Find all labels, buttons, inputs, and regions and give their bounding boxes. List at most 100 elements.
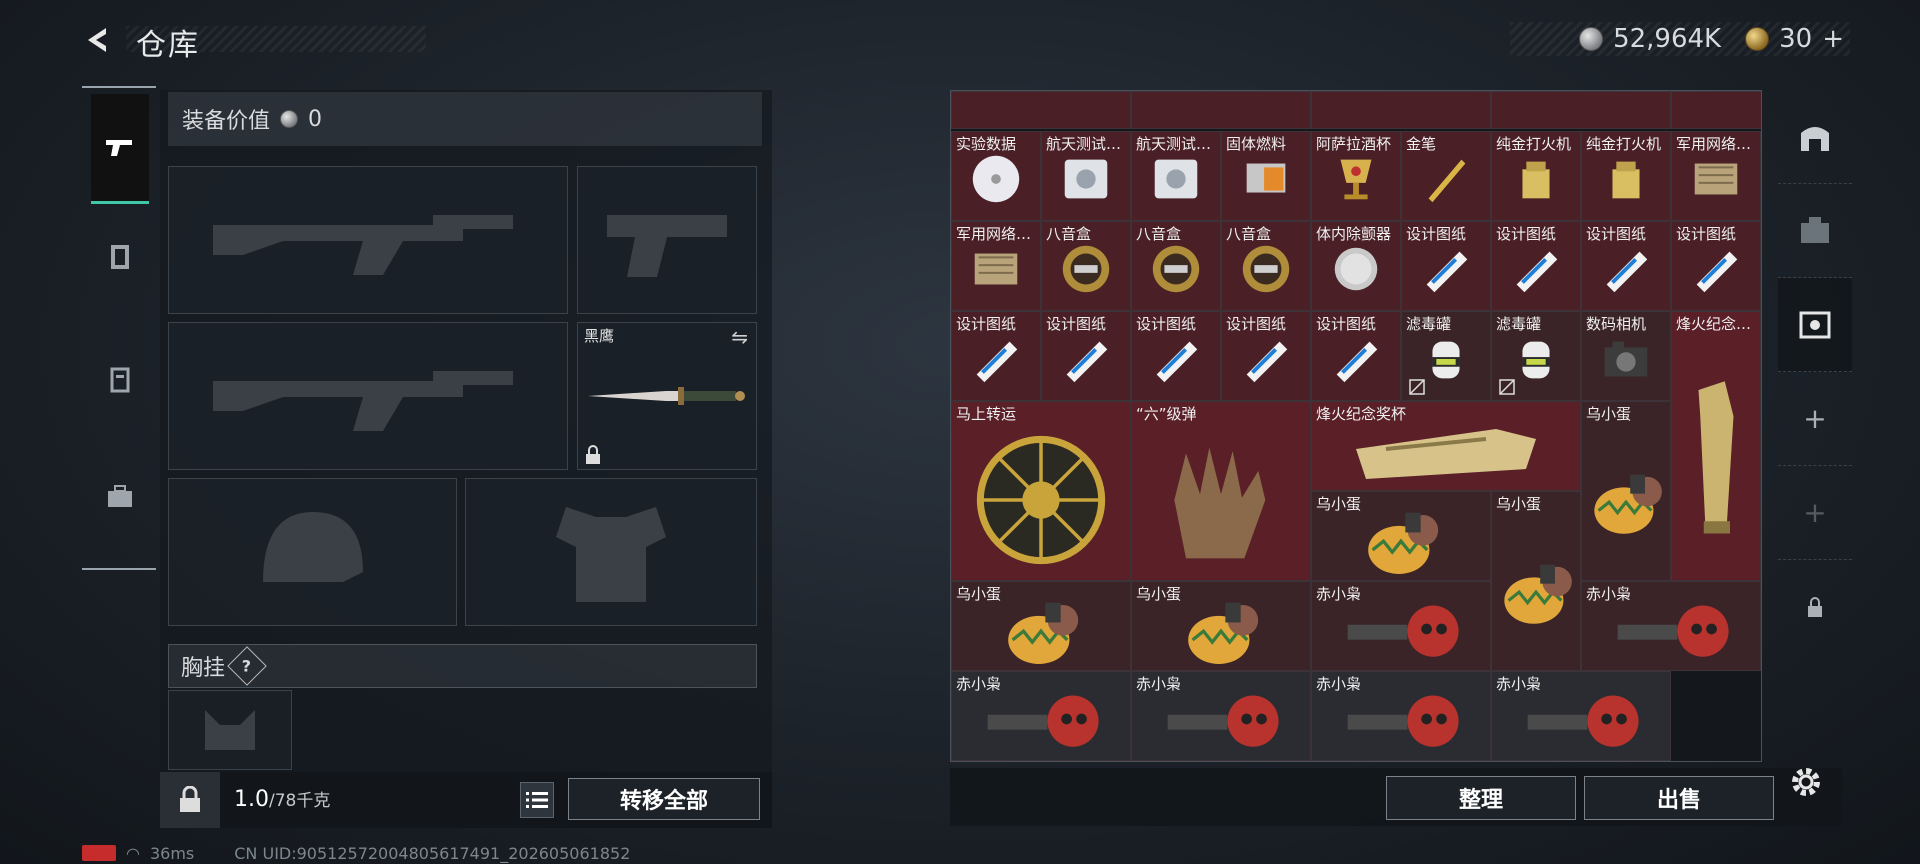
lighter-icon: [1522, 161, 1550, 199]
storage-item[interactable]: 设计图纸: [1581, 221, 1671, 311]
storage-item[interactable]: 设计图纸: [1221, 311, 1311, 401]
storage-item[interactable]: “六”级弹: [1131, 401, 1311, 581]
storage-item[interactable]: 航天测试…: [1041, 131, 1131, 221]
storage-item[interactable]: 八音盒: [1041, 221, 1131, 311]
pen-icon: [1428, 159, 1466, 203]
storage-item[interactable]: 赤小枭: [951, 671, 1131, 761]
status-bar: ◠ 36ms CN UID:9051257200480561749​1_2026…: [82, 842, 630, 864]
storage-item[interactable]: 军用网络…: [1671, 131, 1761, 221]
storage-item[interactable]: 赤小枭: [1131, 671, 1311, 761]
helmet-slot[interactable]: [168, 478, 457, 626]
drive-icon: [1154, 159, 1198, 199]
egg-bird-icon: [1504, 564, 1572, 624]
storage-item[interactable]: 赤小枭: [1581, 581, 1761, 671]
musicbox-icon: [1152, 246, 1200, 293]
blueprint-icon: [1696, 251, 1738, 293]
help-button[interactable]: ?: [227, 646, 267, 686]
storage-item[interactable]: 烽火纪念奖杯: [1311, 401, 1581, 491]
storage-item[interactable]: 八音盒: [1131, 221, 1221, 311]
storage-item-partial[interactable]: [1491, 91, 1671, 129]
storage-item[interactable]: 纯金打火机: [1581, 131, 1671, 221]
item-name: 烽火纪念…: [1676, 315, 1752, 333]
blueprint-icon: [976, 341, 1018, 383]
storage-item[interactable]: 赤小枭: [1491, 671, 1671, 761]
storage-item[interactable]: 设计图纸: [1671, 221, 1761, 311]
storage-item[interactable]: 乌小蛋: [1131, 581, 1311, 671]
item-name: 乌小蛋: [1496, 495, 1542, 513]
add-storage-button[interactable]: +: [1778, 372, 1852, 466]
chest-rig-slot[interactable]: [168, 690, 292, 770]
add-gold-button[interactable]: +: [1822, 24, 1844, 54]
primary-weapon-slot[interactable]: [168, 166, 568, 314]
storage-item[interactable]: 烽火纪念…: [1671, 311, 1761, 581]
storage-item-partial[interactable]: [1311, 91, 1491, 129]
sort-button[interactable]: 整理: [1386, 776, 1576, 820]
storage-item[interactable]: 赤小枭: [1311, 671, 1491, 761]
storage-item-partial[interactable]: [1671, 91, 1761, 129]
storage-item[interactable]: 军用网络…: [951, 221, 1041, 311]
owl-icon: [1347, 605, 1459, 657]
blueprint-icon: [1246, 341, 1288, 383]
owl-icon: [987, 695, 1099, 747]
storage-item[interactable]: 设计图纸: [1491, 221, 1581, 311]
sell-button[interactable]: 出售: [1584, 776, 1774, 820]
egg-bird-icon: [1188, 603, 1259, 665]
camera-icon: [1604, 341, 1648, 377]
lock-icon: [586, 445, 600, 464]
storage-item[interactable]: 滤毒罐: [1401, 311, 1491, 401]
plus-icon: +: [1803, 496, 1827, 529]
transfer-all-button[interactable]: 转移全部: [568, 778, 760, 820]
storage-item[interactable]: 八音盒: [1221, 221, 1311, 311]
tab-armor[interactable]: [91, 228, 149, 286]
storage-item[interactable]: 纯金打火机: [1491, 131, 1581, 221]
storage-item-partial[interactable]: [951, 91, 1131, 129]
storage-item[interactable]: 阿萨拉酒杯: [1311, 131, 1401, 221]
storage-item[interactable]: 乌小蛋: [951, 581, 1131, 671]
settings-gear-icon[interactable]: [1786, 762, 1826, 802]
storage-item[interactable]: 设计图纸: [1401, 221, 1491, 311]
currency-bar: 52,964K 30 +: [1510, 22, 1850, 56]
storage-item[interactable]: 赤小枭: [1311, 581, 1491, 671]
primary-weapon-slot-2[interactable]: [168, 322, 568, 470]
storage-item[interactable]: 金笔: [1401, 131, 1491, 221]
glove-icon: [1174, 447, 1266, 559]
storage-item[interactable]: 数码相机: [1581, 311, 1671, 401]
tab-storage-3[interactable]: [1778, 278, 1852, 372]
tab-backpack[interactable]: [91, 350, 149, 408]
storage-grid: 实验数据 航天测试… 航天测试… 固体燃料 阿萨拉酒杯 金笔 纯金打火机 纯金打火机 军用网络……: [950, 90, 1762, 762]
helmet-silhouette-icon: [262, 512, 363, 582]
tab-weapons[interactable]: [91, 94, 149, 204]
storage-item[interactable]: 乌小蛋: [1581, 401, 1671, 581]
gold-coin-icon: [1745, 27, 1770, 51]
tab-case[interactable]: [91, 468, 149, 526]
list-view-button[interactable]: [520, 782, 554, 818]
locked-storage-tab[interactable]: [1778, 560, 1852, 654]
storage-item-partial[interactable]: [1131, 91, 1311, 129]
storage-item[interactable]: 滤毒罐: [1491, 311, 1581, 401]
back-button[interactable]: [82, 20, 122, 60]
module-icon: [1694, 163, 1738, 195]
storage-item[interactable]: 设计图纸: [951, 311, 1041, 401]
secondary-weapon-slot[interactable]: [577, 166, 757, 314]
backpack-icon: [110, 367, 130, 393]
storage-item[interactable]: 设计图纸: [1311, 311, 1401, 401]
weight-readout: 1.0/78千克: [234, 786, 330, 812]
storage-item[interactable]: 固体燃料: [1221, 131, 1311, 221]
storage-item[interactable]: 设计图纸: [1131, 311, 1221, 401]
storage-item[interactable]: 马上转运: [951, 401, 1131, 581]
storage-item[interactable]: 乌小蛋: [1311, 491, 1491, 581]
storage-item[interactable]: 乌小蛋: [1491, 491, 1581, 671]
pistol-silhouette-icon: [607, 215, 727, 277]
tab-storage-2[interactable]: [1778, 184, 1852, 278]
tab-storage-home[interactable]: [1778, 90, 1852, 184]
storage-item[interactable]: 实验数据: [951, 131, 1041, 221]
storage-item[interactable]: 设计图纸: [1041, 311, 1131, 401]
melee-slot[interactable]: 黑鹰 ⇋: [577, 322, 757, 470]
armor-slot[interactable]: [465, 478, 757, 626]
equip-value-label: 装备价值: [182, 109, 271, 134]
storage-item[interactable]: 体内除颤器: [1311, 221, 1401, 311]
bag-lock-button[interactable]: [160, 772, 220, 828]
storage-item[interactable]: 航天测试…: [1131, 131, 1221, 221]
weight-current: 1.0: [234, 787, 269, 812]
swap-icon[interactable]: ⇋: [731, 325, 748, 349]
